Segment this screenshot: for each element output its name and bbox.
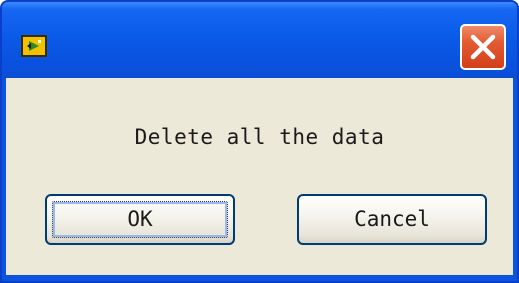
title-bar[interactable]	[2, 2, 517, 78]
dialog-window: Delete all the data OK Cancel	[0, 0, 519, 283]
cancel-button[interactable]: Cancel	[297, 194, 487, 245]
ok-button-label: OK	[127, 207, 153, 231]
close-icon	[470, 34, 496, 60]
labview-app-icon[interactable]	[21, 35, 47, 57]
dialog-body: Delete all the data OK Cancel	[6, 78, 513, 275]
cancel-button-label: Cancel	[354, 207, 430, 231]
message-text: Delete all the data	[134, 125, 385, 149]
ok-button[interactable]: OK	[45, 194, 235, 245]
close-button[interactable]	[460, 24, 506, 70]
